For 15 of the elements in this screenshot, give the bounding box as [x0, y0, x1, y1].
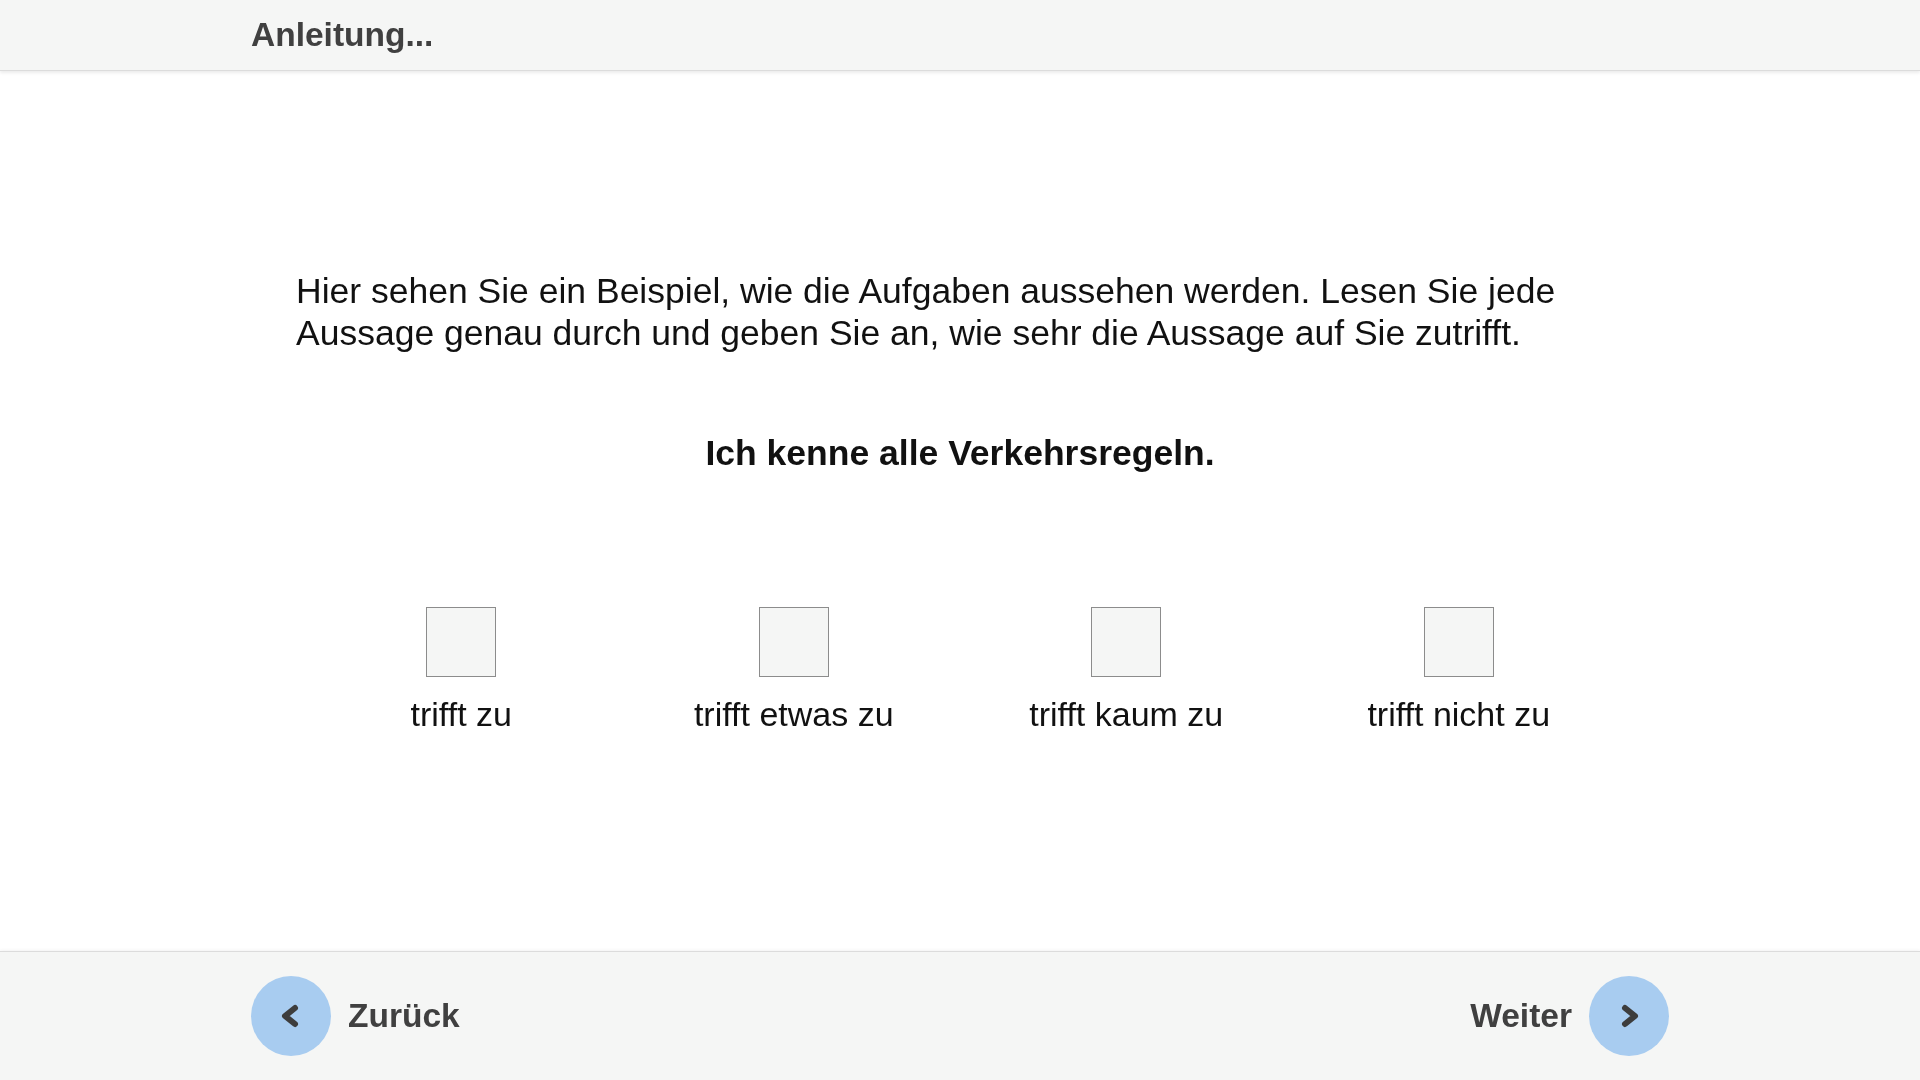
answer-label: trifft zu [410, 694, 512, 734]
answer-checkbox[interactable] [426, 607, 497, 677]
instruction-text: Hier sehen Sie ein Beispiel, wie die Aufgaben aussehen werden. Lesen Sie jede Aussage genau durch und geben Sie an, wie sehr die Aussage auf Sie zutrifft. [296, 270, 1557, 354]
chevron-right-icon [1589, 976, 1669, 1056]
statement-text: Ich kenne alle Verkehrsregeln. [705, 432, 1215, 474]
answer-checkbox[interactable] [1091, 607, 1162, 677]
chevron-left-icon [251, 976, 331, 1056]
answer-checkbox[interactable] [758, 607, 829, 677]
answer-label: trifft kaum zu [1029, 694, 1224, 734]
back-button[interactable]: Zurück [251, 976, 460, 1056]
page-title: Anleitung... [251, 14, 434, 55]
answer-label: trifft etwas zu [693, 694, 894, 734]
next-button[interactable]: Weiter [1470, 976, 1669, 1056]
answer-label: trifft nicht zu [1367, 694, 1551, 734]
answer-checkbox[interactable] [1423, 607, 1494, 677]
